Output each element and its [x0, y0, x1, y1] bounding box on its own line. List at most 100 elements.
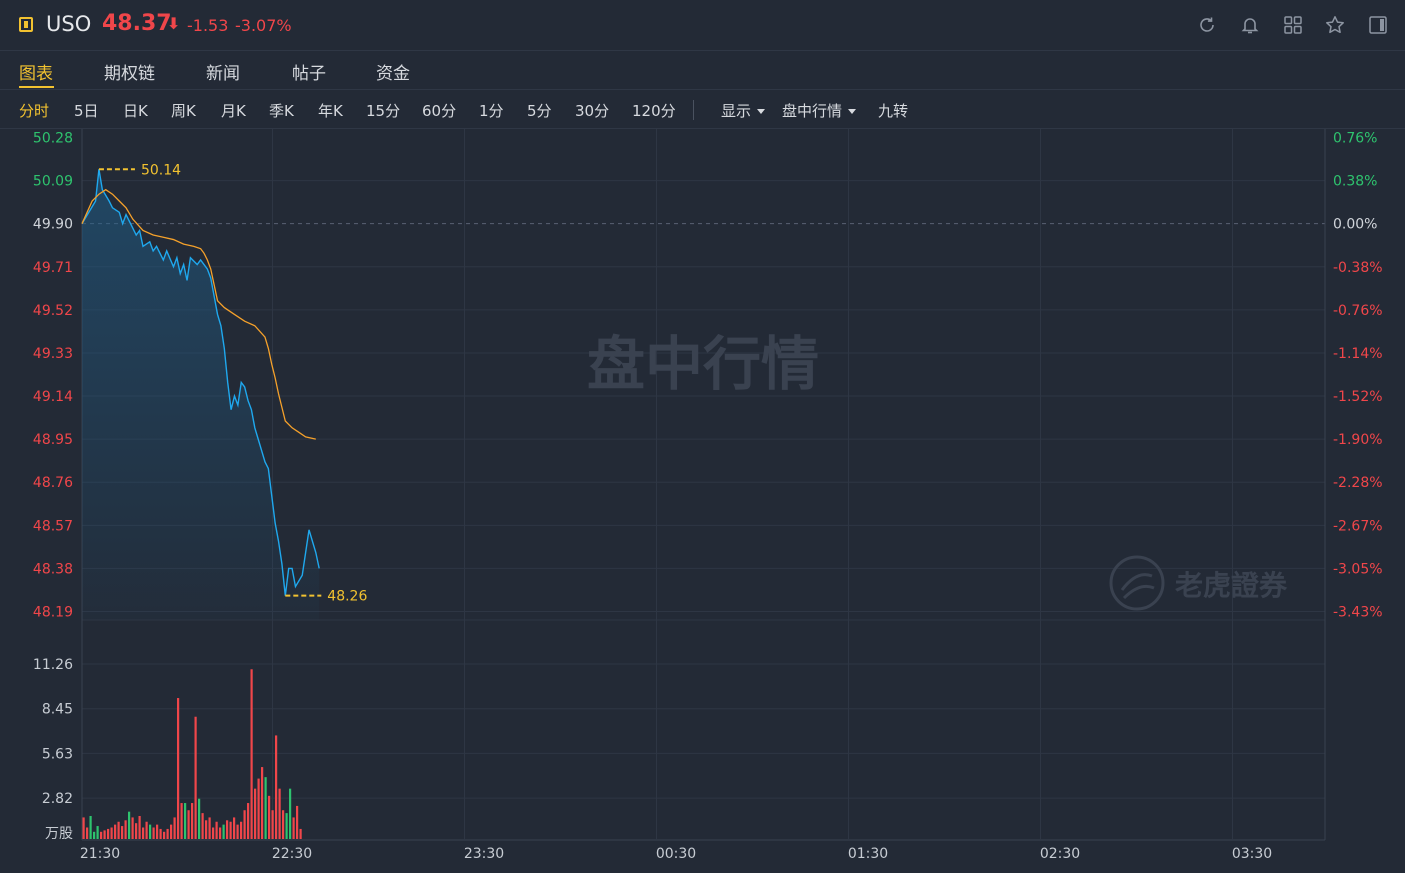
price-axis-label: 49.52 — [33, 303, 73, 319]
volume-bar — [226, 820, 229, 839]
volume-bar — [240, 821, 243, 839]
volume-bar — [96, 826, 99, 839]
volume-bar — [156, 824, 159, 839]
volume-bar — [159, 828, 162, 839]
volume-bar — [247, 803, 250, 839]
session-watermark: 盘中行情 — [587, 330, 819, 398]
volume-bar — [180, 803, 183, 839]
percent-axis-label: -2.67% — [1333, 518, 1383, 534]
volume-bar — [261, 767, 264, 839]
price-axis-label: 50.28 — [33, 131, 73, 147]
volume-bar — [271, 810, 274, 839]
price-axis-label: 48.19 — [33, 605, 73, 621]
volume-bar — [89, 815, 92, 839]
time-axis-label: 02:30 — [1040, 846, 1080, 862]
volume-axis-label: 2.82 — [42, 791, 73, 807]
time-axis-label: 00:30 — [656, 846, 696, 862]
volume-bar — [282, 810, 285, 839]
volume-bar — [229, 821, 232, 839]
volume-bar — [236, 824, 239, 839]
volume-bar — [278, 788, 281, 839]
volume-bar — [285, 813, 288, 839]
volume-bar — [100, 831, 103, 839]
percent-axis-label: 0.00% — [1333, 217, 1377, 233]
price-axis-label: 48.95 — [33, 432, 73, 448]
volume-bar — [131, 817, 134, 839]
volume-bar — [170, 824, 173, 839]
volume-axis-label: 11.26 — [33, 657, 73, 673]
volume-bar — [289, 788, 292, 839]
percent-axis-label: 0.76% — [1333, 131, 1377, 147]
volume-bar — [184, 803, 187, 839]
price-axis-label: 49.90 — [33, 217, 73, 233]
volume-bar — [135, 823, 138, 839]
volume-bar — [128, 811, 131, 839]
volume-bar — [201, 813, 204, 839]
volume-axis-label: 5.63 — [42, 746, 73, 762]
volume-bar — [191, 803, 194, 839]
volume-bar — [208, 817, 211, 839]
time-axis-label: 01:30 — [848, 846, 888, 862]
volume-bar — [107, 828, 110, 839]
intraday-chart[interactable]: 盘中行情 老虎證券 50.14 48.26 50.28 50.09 49.90 49.7… — [0, 0, 1405, 873]
brand-watermark-icon — [1109, 555, 1165, 611]
volume-bar — [110, 827, 113, 839]
price-axis-label: 48.57 — [33, 518, 73, 534]
price-area-fill — [82, 169, 320, 620]
price-axis-label: 48.38 — [33, 561, 73, 577]
volume-bar — [166, 828, 169, 839]
volume-bar — [292, 817, 295, 839]
volume-bar — [264, 777, 267, 839]
price-axis-label: 49.71 — [33, 260, 73, 276]
volume-bar — [268, 795, 271, 839]
volume-bar — [103, 830, 106, 839]
percent-axis-label: -1.14% — [1333, 346, 1383, 362]
price-axis-label: 49.33 — [33, 346, 73, 362]
volume-bar — [86, 827, 89, 839]
volume-bar — [215, 821, 218, 839]
volume-bar — [114, 824, 117, 839]
time-axis-label: 22:30 — [272, 846, 312, 862]
time-axis-label: 03:30 — [1232, 846, 1272, 862]
volume-bar — [187, 810, 190, 839]
percent-axis-label: -3.43% — [1333, 605, 1383, 621]
price-axis-label: 49.14 — [33, 389, 73, 405]
percent-axis-label: -1.90% — [1333, 432, 1383, 448]
volume-bar — [152, 827, 155, 839]
volume-bar — [145, 821, 148, 839]
volume-bar — [212, 827, 215, 839]
volume-bar — [219, 827, 222, 839]
volume-bar — [198, 798, 201, 839]
volume-bar — [124, 820, 127, 839]
percent-axis-label: -0.76% — [1333, 303, 1383, 319]
volume-bar — [205, 820, 208, 839]
volume-bar — [138, 815, 141, 839]
low-price-label: 48.26 — [327, 589, 367, 605]
volume-bar — [163, 831, 166, 839]
volume-bar — [299, 828, 302, 839]
percent-axis-label: -3.05% — [1333, 561, 1383, 577]
volume-bar — [275, 735, 278, 839]
volume-bar — [257, 778, 260, 839]
brand-watermark: 老虎證券 — [1175, 569, 1288, 602]
volume-bar — [250, 669, 253, 839]
volume-bar — [243, 810, 246, 839]
volume-bar — [121, 826, 124, 839]
volume-bar — [233, 817, 236, 839]
volume-bar — [177, 698, 180, 839]
volume-bar — [142, 827, 145, 839]
price-area-fill — [82, 169, 320, 620]
time-axis-label: 23:30 — [464, 846, 504, 862]
volume-bar — [93, 831, 96, 839]
percent-axis-label: -1.52% — [1333, 389, 1383, 405]
high-price-label: 50.14 — [141, 162, 181, 178]
volume-bar — [117, 821, 120, 839]
volume-bar — [296, 805, 299, 839]
volume-bars — [82, 669, 302, 839]
volume-bar — [222, 824, 225, 839]
price-axis-label: 50.09 — [33, 174, 73, 190]
percent-axis-label: -2.28% — [1333, 475, 1383, 491]
time-axis-label: 21:30 — [80, 846, 120, 862]
volume-bar — [149, 824, 152, 839]
price-axis-label: 48.76 — [33, 475, 73, 491]
